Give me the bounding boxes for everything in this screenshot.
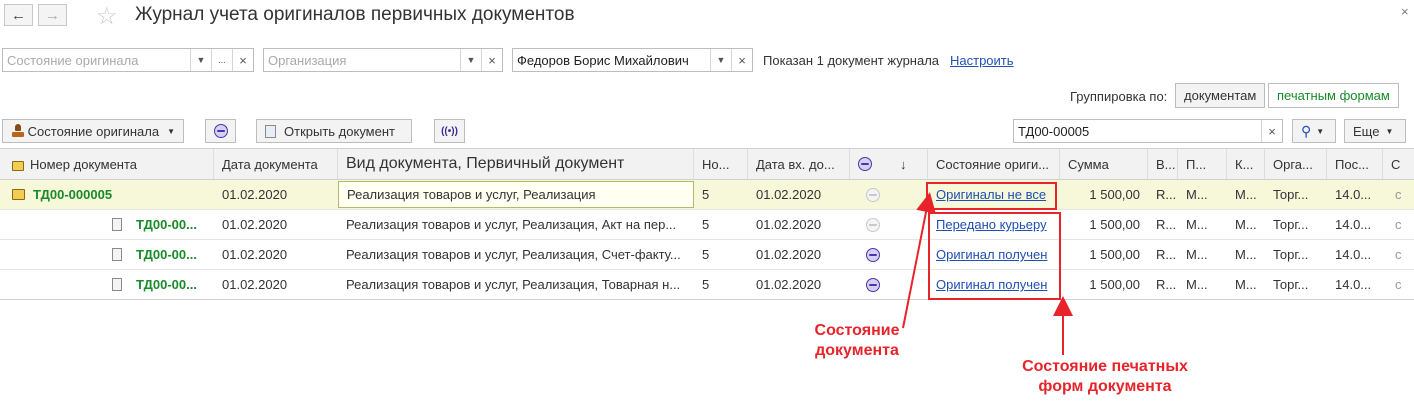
- print-state-annotation: Состояние печатных форм документа: [1010, 357, 1200, 397]
- print-state-annotation-line1: Состояние печатных: [1022, 358, 1188, 375]
- doc-state-annotation: Состояние документа: [802, 321, 912, 361]
- doc-state-annotation-line1: Состояние: [814, 322, 900, 339]
- doc-state-arrow: [902, 192, 936, 329]
- doc-state-annotation-line2: документа: [815, 342, 899, 359]
- print-state-annotation-line2: форм документа: [1038, 378, 1172, 395]
- annotation-arrows: [902, 192, 1073, 355]
